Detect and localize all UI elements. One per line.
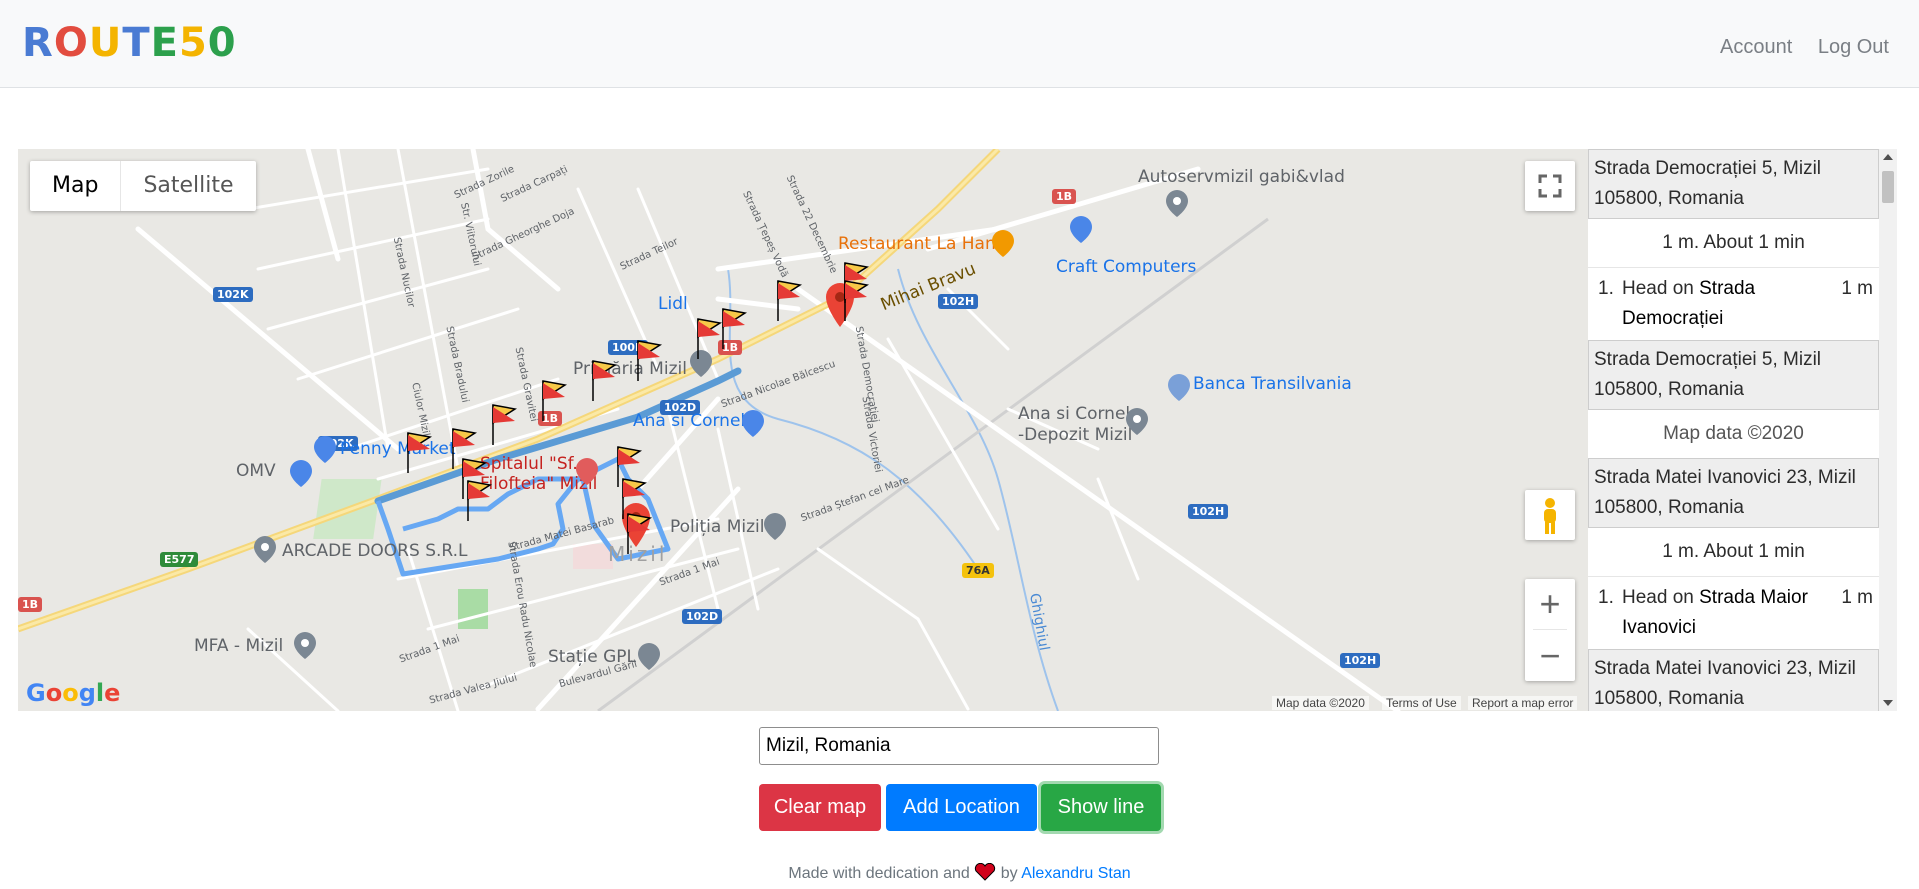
brand-letter: O bbox=[53, 20, 89, 66]
map-type-map-button[interactable]: Map bbox=[30, 161, 120, 211]
zoom-divider bbox=[1533, 629, 1567, 630]
road-badge: 1B bbox=[1052, 189, 1077, 204]
directions-panel: Strada Democrației 5, Mizil 105800, Roma… bbox=[1588, 149, 1879, 711]
road-badge: 102H bbox=[938, 294, 979, 309]
footer-by: by bbox=[1000, 865, 1018, 882]
brand-letter: U bbox=[88, 20, 123, 66]
map-type-control: Map Satellite bbox=[30, 161, 256, 211]
leg-start-address: Strada Democrației 5, Mizil 105800, Roma… bbox=[1588, 149, 1879, 219]
clear-map-button[interactable]: Clear map bbox=[759, 784, 881, 831]
google-logo[interactable]: Google bbox=[26, 679, 120, 707]
fullscreen-button[interactable] bbox=[1525, 161, 1575, 211]
step-number: 1. bbox=[1598, 278, 1614, 299]
scroll-up-icon[interactable] bbox=[1883, 154, 1893, 160]
map-data-notice: Map data ©2020 bbox=[1663, 423, 1804, 444]
google-logo-letter: G bbox=[26, 679, 46, 707]
leg-summary: 1 m. About 1 min bbox=[1588, 219, 1879, 268]
road-badge: E577 bbox=[160, 552, 199, 567]
plus-icon: + bbox=[1539, 583, 1561, 624]
footer: Made with dedication and by Alexandru St… bbox=[0, 863, 1919, 883]
poi-label: Primăria Mizil bbox=[573, 359, 687, 379]
add-location-button[interactable]: Add Location bbox=[886, 784, 1037, 831]
zoom-control: + − bbox=[1525, 579, 1575, 681]
google-logo-letter: o bbox=[62, 679, 79, 707]
road-badge: 1B bbox=[718, 340, 743, 355]
report-map-error-link[interactable]: Report a map error bbox=[1468, 696, 1578, 710]
show-line-button[interactable]: Show line bbox=[1041, 784, 1161, 831]
direction-step: 1. Head on Strada Democrației 1 m bbox=[1588, 268, 1879, 340]
step-distance: 1 m bbox=[1841, 278, 1873, 299]
map-type-satellite-button[interactable]: Satellite bbox=[120, 161, 255, 211]
location-search-input[interactable] bbox=[759, 727, 1159, 765]
map-canvas[interactable]: 102K 102K 102H 102H 102H 102D 102D 100H … bbox=[18, 149, 1588, 711]
poi-label[interactable]: Ana si Cornel bbox=[633, 411, 745, 431]
road-badge: 102H bbox=[1340, 653, 1381, 668]
step-instruction: Head on Strada Democrației bbox=[1622, 278, 1756, 329]
map-roads bbox=[18, 149, 1401, 711]
step-instruction: Head on Strada Maior Ivanovici bbox=[1622, 587, 1808, 638]
footer-text: Made with dedication and bbox=[788, 865, 970, 882]
brand-letter: R bbox=[22, 20, 54, 66]
step-distance: 1 m bbox=[1841, 587, 1873, 608]
zoom-out-button[interactable]: − bbox=[1525, 631, 1575, 681]
poi-label: Spitalul "Sf. bbox=[480, 454, 578, 474]
google-logo-letter: o bbox=[45, 679, 63, 707]
leg-start-address: Strada Matei Ivanovici 23, Mizil 105800,… bbox=[1588, 458, 1879, 528]
road-badge: 102K bbox=[213, 287, 253, 302]
street-view-pegman-button[interactable] bbox=[1525, 490, 1575, 540]
google-logo-letter: l bbox=[95, 679, 105, 707]
leg-end-address: Strada Democrației 5, Mizil 105800, Roma… bbox=[1588, 340, 1879, 410]
account-link[interactable]: Account bbox=[1720, 36, 1792, 58]
zoom-in-button[interactable]: + bbox=[1525, 579, 1575, 629]
minus-icon: − bbox=[1539, 635, 1561, 676]
brand-letter: 5 bbox=[178, 20, 208, 66]
brand-letter: T bbox=[122, 20, 151, 66]
road-badge: 76A bbox=[962, 563, 994, 578]
brand-letter: 0 bbox=[207, 20, 237, 66]
brand-letter: E bbox=[150, 20, 179, 66]
brand-logo[interactable]: ROUTE50 bbox=[22, 20, 237, 66]
heart-icon bbox=[975, 863, 996, 881]
directions-scrollbar[interactable] bbox=[1879, 149, 1897, 711]
poi-label[interactable]: Penny Market bbox=[340, 439, 456, 459]
logout-link[interactable]: Log Out bbox=[1818, 36, 1889, 58]
poi-label: Filofteia" Mizil bbox=[480, 474, 598, 494]
step-number: 1. bbox=[1598, 587, 1614, 608]
scrollbar-thumb[interactable] bbox=[1882, 171, 1894, 203]
road-badge: 102H bbox=[1188, 504, 1229, 519]
terms-of-use-link[interactable]: Terms of Use bbox=[1382, 696, 1461, 710]
poi-label: Ana si Cornel bbox=[1018, 404, 1131, 424]
poi-label: Autoservmizil gabi&vlad bbox=[1138, 167, 1345, 187]
poi-label: OMV bbox=[236, 461, 276, 481]
poi-label[interactable]: Craft Computers bbox=[1056, 257, 1196, 277]
town-label: Mizil bbox=[608, 542, 668, 566]
road-badge: 102D bbox=[682, 609, 723, 624]
road-badge: 1B bbox=[538, 411, 563, 426]
direction-step: 1. Head on Strada Maior Ivanovici 1 m bbox=[1588, 577, 1879, 649]
road-badge: 100H bbox=[608, 340, 649, 355]
pegman-icon bbox=[1544, 498, 1556, 534]
scroll-down-icon[interactable] bbox=[1883, 700, 1893, 706]
poi-label[interactable]: Restaurant La Han bbox=[838, 234, 996, 254]
poi-label[interactable]: Banca Transilvania bbox=[1193, 374, 1352, 394]
road-badge: 1B bbox=[18, 597, 43, 612]
google-logo-letter: e bbox=[104, 679, 121, 707]
nav-links: Account Log Out bbox=[1700, 36, 1889, 59]
poi-label: Poliția Mizil bbox=[670, 517, 765, 537]
navbar: ROUTE50 Account Log Out bbox=[0, 0, 1919, 88]
leg-summary: 1 m. About 1 min bbox=[1588, 528, 1879, 577]
poi-label: Stație GPL bbox=[548, 647, 637, 667]
author-link[interactable]: Alexandru Stan bbox=[1021, 865, 1130, 882]
map-data-attribution: Map data ©2020 bbox=[1272, 696, 1369, 710]
fullscreen-icon bbox=[1538, 174, 1562, 198]
leg-end-address: Strada Matei Ivanovici 23, Mizil 105800,… bbox=[1588, 649, 1879, 711]
poi-label: MFA - Mizil bbox=[194, 636, 284, 656]
poi-label: -Depozit Mizil bbox=[1018, 425, 1133, 445]
google-logo-letter: g bbox=[78, 679, 96, 707]
poi-label[interactable]: Lidl bbox=[658, 294, 688, 314]
poi-label: ARCADE DOORS S.R.L bbox=[282, 541, 468, 561]
